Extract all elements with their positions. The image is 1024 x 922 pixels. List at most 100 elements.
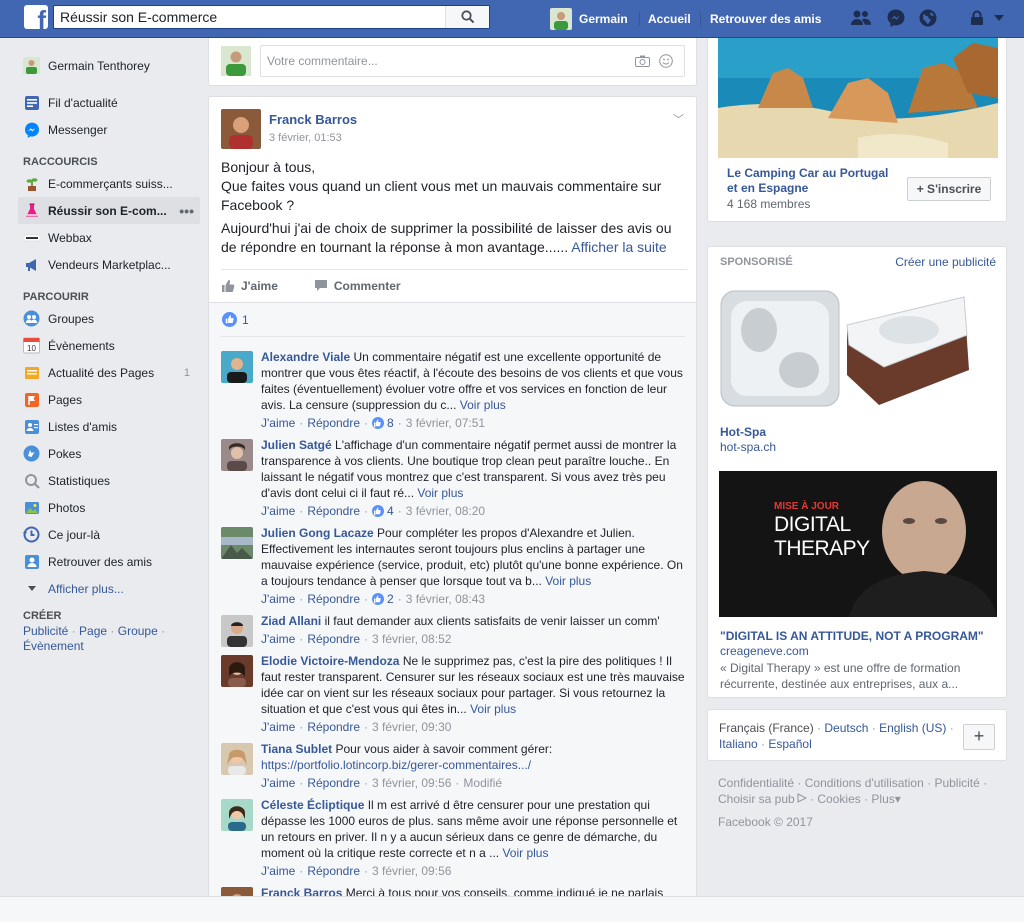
sidebar-item-messenger[interactable]: Messenger bbox=[18, 116, 200, 143]
comment-author[interactable]: Céleste Écliptique bbox=[261, 798, 364, 812]
sidebar-item-reussir[interactable]: Réussir son E-com... ••• bbox=[18, 197, 200, 224]
friend-requests-icon[interactable] bbox=[850, 7, 872, 29]
comment-timestamp[interactable]: 3 février, 08:52 bbox=[372, 631, 451, 647]
sidebar-item-statistics[interactable]: Statistiques bbox=[18, 467, 200, 494]
comment-author[interactable]: Ziad Allani bbox=[261, 614, 321, 628]
comment-like-link[interactable]: J'aime bbox=[261, 631, 295, 647]
comment-timestamp[interactable]: 3 février, 08:20 bbox=[406, 503, 485, 519]
avatar[interactable] bbox=[221, 615, 253, 647]
create-ad-link[interactable]: Publicité bbox=[23, 624, 68, 638]
comment-reply-link[interactable]: Répondre bbox=[307, 415, 360, 431]
ad-url-link[interactable]: creageneve.com bbox=[720, 644, 809, 658]
sidebar-item-find-friends[interactable]: Retrouver des amis bbox=[18, 548, 200, 575]
sidebar-item-photos[interactable]: Photos bbox=[18, 494, 200, 521]
comment-timestamp[interactable]: 3 février, 07:51 bbox=[406, 415, 485, 431]
comment-timestamp[interactable]: 3 février, 08:43 bbox=[406, 591, 485, 607]
language-link[interactable]: Español bbox=[768, 737, 811, 751]
comment-reply-link[interactable]: Répondre bbox=[307, 775, 360, 791]
avatar[interactable] bbox=[221, 439, 253, 471]
facebook-logo-icon[interactable]: f bbox=[24, 5, 48, 29]
privacy-lock-icon[interactable] bbox=[966, 7, 988, 29]
sidebar-item-profile[interactable]: Germain Tenthorey bbox=[18, 52, 200, 79]
sidebar-item-pages[interactable]: Pages bbox=[18, 386, 200, 413]
comment-like-link[interactable]: J'aime bbox=[261, 591, 295, 607]
see-more-link[interactable]: Afficher plus... bbox=[18, 575, 200, 602]
sidebar-item-events[interactable]: 10 Évènements bbox=[18, 332, 200, 359]
sidebar-item-ecommercants[interactable]: E-commerçants suiss... bbox=[18, 170, 200, 197]
avatar[interactable] bbox=[221, 655, 253, 687]
reaction-count[interactable]: 4 bbox=[372, 503, 394, 519]
comment-like-link[interactable]: J'aime bbox=[261, 503, 295, 519]
create-group-link[interactable]: Groupe bbox=[118, 624, 158, 638]
join-group-button[interactable]: + S'inscrire bbox=[907, 177, 991, 201]
comment-reply-link[interactable]: Répondre bbox=[307, 591, 360, 607]
avatar[interactable] bbox=[221, 109, 261, 149]
see-more-link[interactable]: Voir plus bbox=[502, 846, 548, 860]
emoji-icon[interactable] bbox=[659, 54, 673, 68]
see-more-link[interactable]: Voir plus bbox=[417, 486, 463, 500]
digital-therapy-ad-image[interactable]: MISE À JOUR DIGITAL THERAPY bbox=[719, 471, 997, 617]
footer-link[interactable]: Choisir sa pub bbox=[718, 792, 795, 806]
comment-reply-link[interactable]: Répondre bbox=[307, 631, 360, 647]
footer-link[interactable]: Conditions d'utilisation bbox=[805, 776, 924, 790]
see-more-link[interactable]: Afficher la suite bbox=[571, 239, 666, 255]
sidebar-item-on-this-day[interactable]: Ce jour-là bbox=[18, 521, 200, 548]
sidebar-item-friend-lists[interactable]: Listes d'amis bbox=[18, 413, 200, 440]
add-language-button[interactable]: + bbox=[963, 724, 995, 750]
sidebar-item-newsfeed[interactable]: Fil d'actualité bbox=[18, 89, 200, 116]
sidebar-item-pokes[interactable]: Pokes bbox=[18, 440, 200, 467]
account-menu-icon[interactable] bbox=[988, 7, 1010, 29]
comment-author[interactable]: Tiana Sublet bbox=[261, 742, 332, 756]
messenger-icon[interactable] bbox=[885, 7, 907, 29]
sidebar-item-vendeurs[interactable]: Vendeurs Marketplac... bbox=[18, 251, 200, 278]
create-page-link[interactable]: Page bbox=[79, 624, 107, 638]
comment-like-link[interactable]: J'aime bbox=[261, 415, 295, 431]
see-more-link[interactable]: Voir plus bbox=[470, 702, 516, 716]
edited-label[interactable]: Modifié bbox=[463, 775, 502, 791]
search-button[interactable] bbox=[445, 6, 489, 28]
comment-button[interactable]: Commenter bbox=[314, 279, 401, 293]
comment-url-link[interactable]: https://portfolio.lotincorp.biz/gerer-co… bbox=[261, 758, 531, 772]
camera-icon[interactable] bbox=[635, 55, 650, 67]
sidebar-item-webbax[interactable]: Webbax bbox=[18, 224, 200, 251]
language-link[interactable]: Italiano bbox=[719, 737, 758, 751]
reaction-count[interactable]: 8 bbox=[372, 415, 394, 431]
create-ad-link[interactable]: Créer une publicité bbox=[895, 255, 996, 269]
sidebar-item-pages-feed[interactable]: Actualité des Pages 1 bbox=[18, 359, 200, 386]
comment-like-link[interactable]: J'aime bbox=[261, 863, 295, 879]
comment-like-link[interactable]: J'aime bbox=[261, 775, 295, 791]
footer-link[interactable]: Plus bbox=[871, 792, 894, 806]
language-link[interactable]: English (US) bbox=[879, 721, 946, 735]
reaction-count[interactable]: 2 bbox=[372, 591, 394, 607]
profile-link[interactable]: Germain bbox=[550, 0, 628, 38]
create-event-link[interactable]: Évènement bbox=[23, 639, 84, 653]
avatar[interactable] bbox=[221, 351, 253, 383]
home-link[interactable]: Accueil bbox=[648, 0, 691, 38]
avatar[interactable] bbox=[221, 743, 253, 775]
comment-timestamp[interactable]: 3 février, 09:56 bbox=[372, 775, 451, 791]
avatar[interactable] bbox=[221, 799, 253, 831]
comment-timestamp[interactable]: 3 février, 09:56 bbox=[372, 863, 451, 879]
footer-link[interactable]: Confidentialité bbox=[718, 776, 794, 790]
post-author[interactable]: Franck Barros bbox=[269, 112, 357, 127]
notifications-globe-icon[interactable] bbox=[917, 7, 939, 29]
ad-choices-icon[interactable] bbox=[797, 793, 807, 803]
comment-input[interactable] bbox=[260, 45, 685, 77]
see-more-link[interactable]: Voir plus bbox=[545, 574, 591, 588]
comment-reply-link[interactable]: Répondre bbox=[307, 503, 360, 519]
group-cover-image[interactable] bbox=[718, 38, 998, 158]
comment-timestamp[interactable]: 3 février, 09:30 bbox=[372, 719, 451, 735]
comment-author[interactable]: Elodie Victoire-Mendoza bbox=[261, 654, 399, 668]
comment-reply-link[interactable]: Répondre bbox=[307, 719, 360, 735]
post-options-chevron-icon[interactable]: ﹀ bbox=[673, 111, 684, 127]
comment-author[interactable]: Julien Gong Lacaze bbox=[261, 526, 374, 540]
post-timestamp[interactable]: 3 février, 01:53 bbox=[269, 132, 342, 144]
like-button[interactable]: J'aime bbox=[221, 279, 278, 293]
comment-reply-link[interactable]: Répondre bbox=[307, 863, 360, 879]
find-friends-link[interactable]: Retrouver des amis bbox=[710, 0, 821, 38]
ad-title-link[interactable]: Hot-Spa bbox=[720, 425, 766, 439]
avatar[interactable] bbox=[221, 527, 253, 559]
group-name-link[interactable]: Le Camping Car au Portugal et en Espagne bbox=[727, 166, 897, 196]
see-more-link[interactable]: Voir plus bbox=[460, 398, 506, 412]
comment-like-link[interactable]: J'aime bbox=[261, 719, 295, 735]
